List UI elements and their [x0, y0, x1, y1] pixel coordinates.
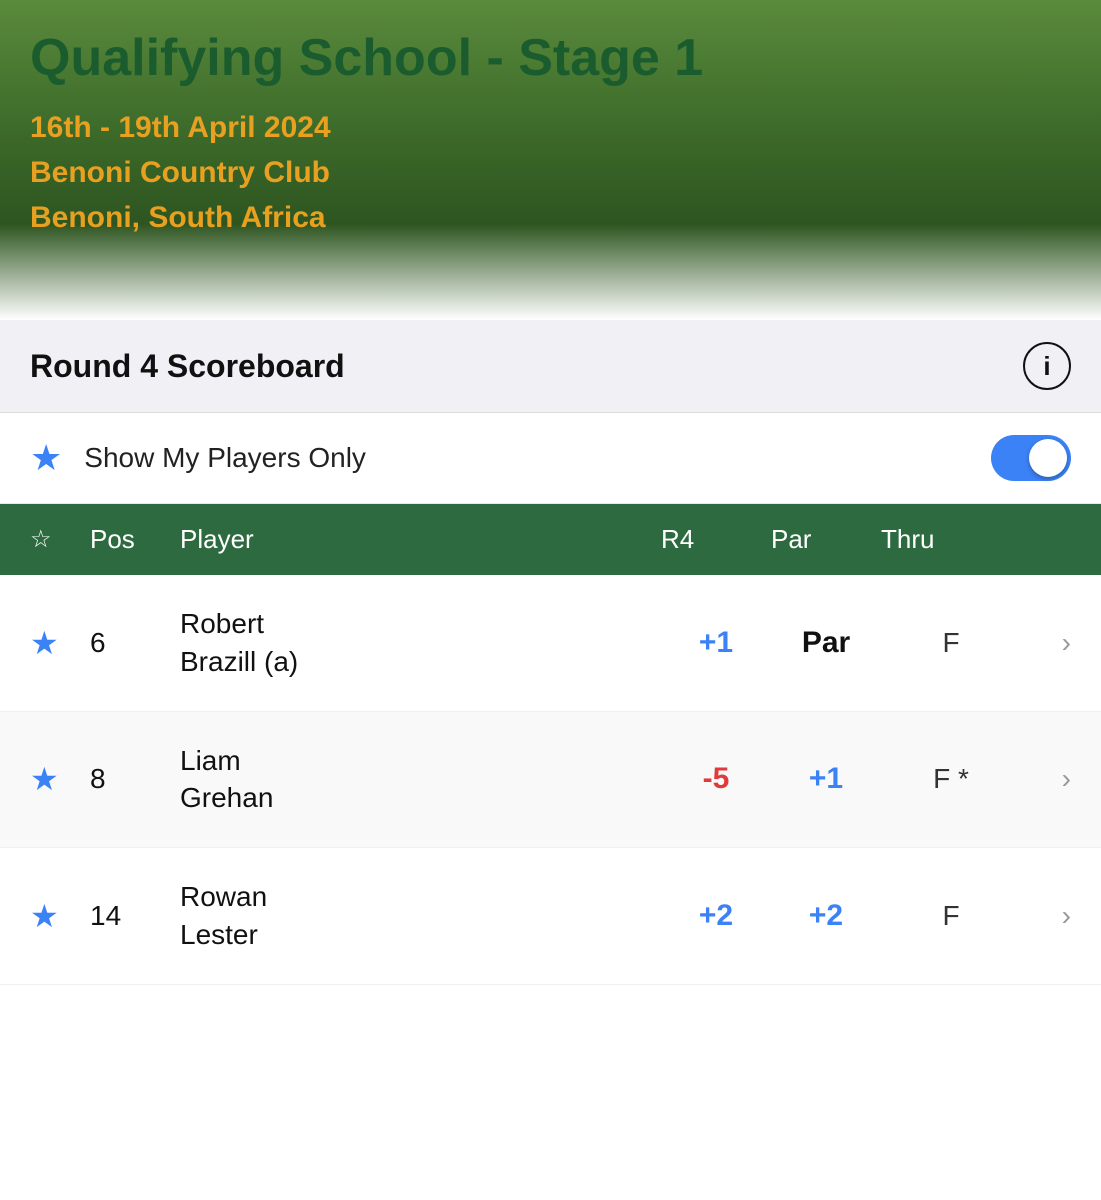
th-par: Par	[771, 524, 881, 555]
table-header: ☆ Pos Player R4 Par Thru	[0, 504, 1101, 575]
filter-left: ★ Show My Players Only	[30, 437, 366, 479]
row-position: 6	[90, 627, 180, 659]
info-icon[interactable]: i	[1023, 342, 1071, 390]
tournament-title: Qualifying School - Stage 1	[30, 30, 703, 87]
row-star-icon[interactable]: ★	[30, 624, 90, 662]
table-row[interactable]: ★ 8 LiamGrehan -5 +1 F * ›	[0, 712, 1101, 849]
hero-background: Qualifying School - Stage 1 16th - 19th …	[0, 0, 1101, 320]
scoreboard-title: Round 4 Scoreboard	[30, 348, 345, 385]
row-r4-score: +1	[661, 626, 771, 660]
show-my-players-toggle[interactable]	[991, 435, 1071, 481]
th-pos: Pos	[90, 524, 180, 555]
table-row[interactable]: ★ 14 RowanLester +2 +2 F ›	[0, 848, 1101, 985]
scoreboard-header: Round 4 Scoreboard i	[0, 320, 1101, 413]
row-par-score: +2	[771, 899, 881, 933]
row-player-name: RowanLester	[180, 878, 661, 954]
toggle-knob	[1029, 439, 1067, 477]
row-chevron-icon[interactable]: ›	[1021, 763, 1071, 795]
th-star: ☆	[30, 525, 90, 554]
row-position: 14	[90, 900, 180, 932]
row-position: 8	[90, 763, 180, 795]
table-row[interactable]: ★ 6 RobertBrazill (a) +1 Par F ›	[0, 575, 1101, 712]
row-star-icon[interactable]: ★	[30, 760, 90, 798]
row-player-name: LiamGrehan	[180, 742, 661, 818]
table-body: ★ 6 RobertBrazill (a) +1 Par F › ★ 8 Lia…	[0, 575, 1101, 985]
th-player: Player	[180, 524, 661, 555]
row-r4-score: -5	[661, 762, 771, 796]
row-par-score: Par	[771, 626, 881, 660]
row-star-icon[interactable]: ★	[30, 897, 90, 935]
tournament-meta: 16th - 19th April 2024 Benoni Country Cl…	[30, 105, 703, 240]
row-thru: F	[881, 627, 1021, 659]
row-player-name: RobertBrazill (a)	[180, 605, 661, 681]
tournament-venue: Benoni Country Club	[30, 150, 703, 195]
row-chevron-icon[interactable]: ›	[1021, 900, 1071, 932]
header-content: Qualifying School - Stage 1 16th - 19th …	[30, 30, 703, 240]
filter-star-icon: ★	[30, 437, 62, 479]
row-thru: F	[881, 900, 1021, 932]
th-r4: R4	[661, 524, 771, 555]
tournament-location: Benoni, South Africa	[30, 195, 703, 240]
filter-label: Show My Players Only	[84, 442, 366, 474]
tournament-dates: 16th - 19th April 2024	[30, 105, 703, 150]
row-par-score: +1	[771, 762, 881, 796]
row-thru: F *	[881, 763, 1021, 795]
filter-row: ★ Show My Players Only	[0, 413, 1101, 504]
th-thru: Thru	[881, 524, 1021, 555]
row-r4-score: +2	[661, 899, 771, 933]
row-chevron-icon[interactable]: ›	[1021, 627, 1071, 659]
